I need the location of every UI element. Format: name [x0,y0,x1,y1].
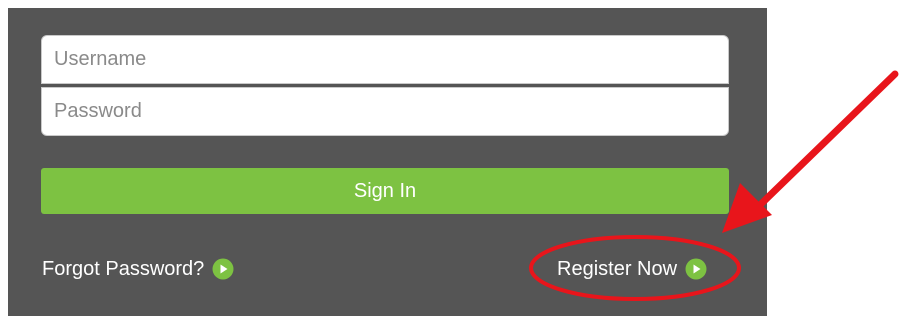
play-circle-icon [685,258,707,280]
login-panel: Sign In Forgot Password? Register Now [8,8,767,316]
forgot-password-label: Forgot Password? [42,257,205,280]
register-now-link[interactable]: Register Now [557,254,707,284]
forgot-password-link[interactable]: Forgot Password? [42,254,234,284]
annotation-arrow-shaft [756,70,899,209]
register-now-label: Register Now [557,257,678,280]
password-field[interactable] [41,87,729,136]
play-circle-icon [212,258,234,280]
sign-in-button[interactable]: Sign In [41,168,729,214]
username-field[interactable] [41,35,729,84]
screenshot-stage: Sign In Forgot Password? Register Now [0,0,901,316]
